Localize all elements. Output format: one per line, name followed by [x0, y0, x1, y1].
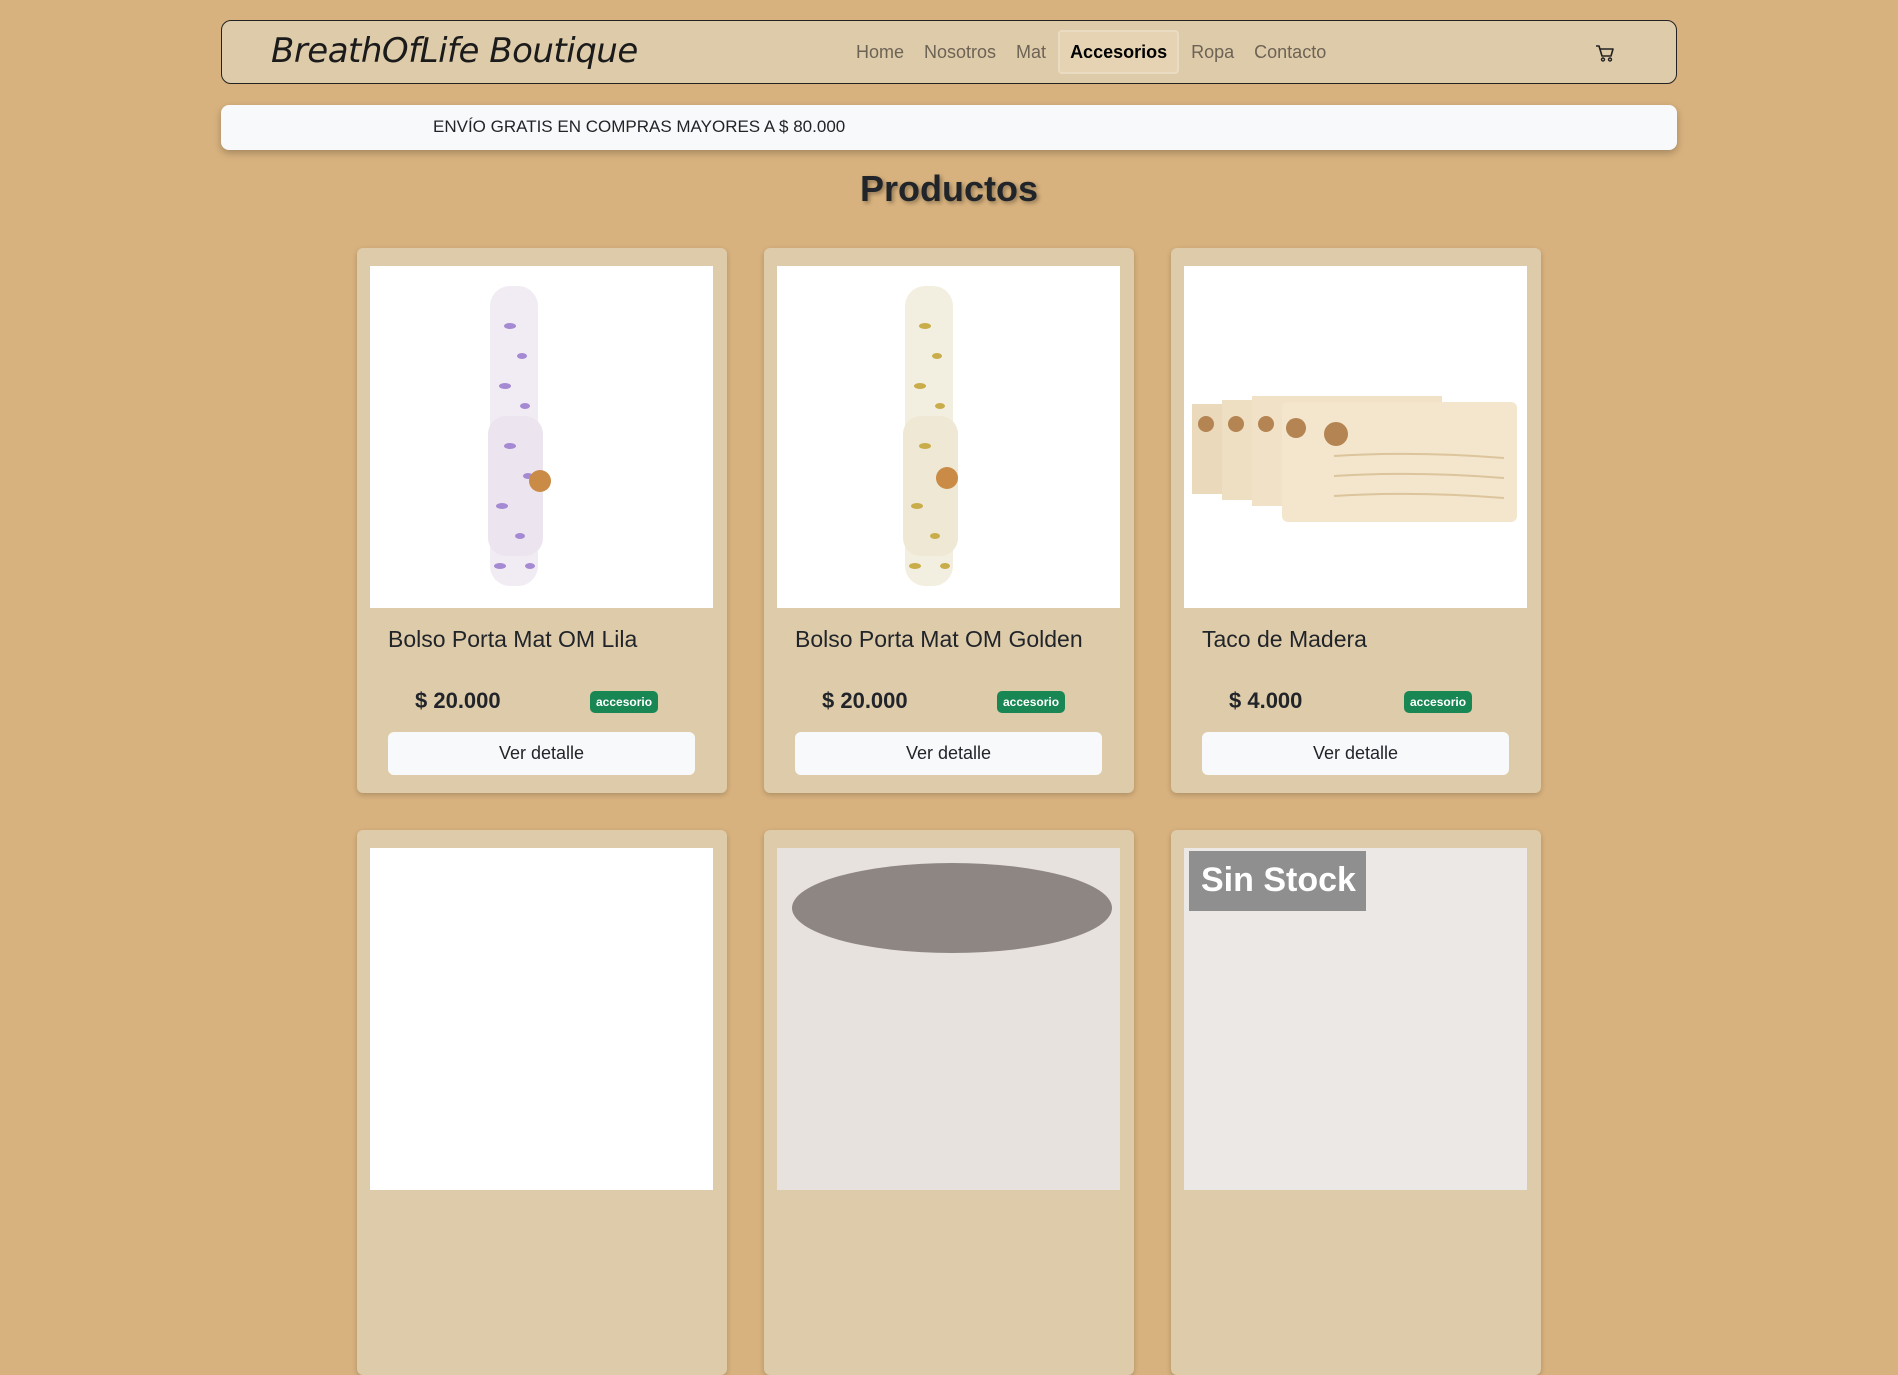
product-image[interactable] — [777, 848, 1120, 1190]
shipping-banner-text: ENVÍO GRATIS EN COMPRAS MAYORES A $ 80.0… — [433, 117, 846, 136]
product-card: Taco de Madera $ 4.000 accesorio Ver det… — [1171, 248, 1541, 793]
navbar: BreathOfLife Boutique Home Nosotros Mat … — [221, 20, 1677, 84]
cart-icon[interactable] — [1594, 42, 1616, 64]
product-card: Bolso Porta Mat OM Lila $ 20.000 accesor… — [357, 248, 727, 793]
category-badge: accesorio — [1404, 691, 1473, 713]
brand-logo[interactable]: BreathOfLife Boutique — [271, 31, 638, 71]
view-detail-button[interactable]: Ver detalle — [795, 732, 1102, 775]
product-card: Bolso Porta Mat OM Golden $ 20.000 acces… — [764, 248, 1134, 793]
nav-ropa[interactable]: Ropa — [1181, 30, 1244, 74]
nav-nosotros[interactable]: Nosotros — [914, 30, 1006, 74]
product-image[interactable] — [370, 848, 713, 1190]
nav-contacto[interactable]: Contacto — [1244, 30, 1336, 74]
product-photo — [777, 848, 1120, 1190]
product-price: $ 20.000 — [822, 688, 908, 713]
view-detail-button[interactable]: Ver detalle — [388, 732, 695, 775]
category-badge: accesorio — [997, 691, 1066, 713]
product-card — [764, 830, 1134, 1375]
product-image[interactable]: Sin Stock — [1184, 848, 1527, 1190]
product-image[interactable] — [777, 266, 1120, 608]
product-card — [357, 830, 727, 1375]
product-price: $ 20.000 — [415, 688, 501, 713]
product-name: Taco de Madera — [1202, 626, 1367, 652]
product-image[interactable] — [1184, 266, 1527, 608]
main-nav: Home Nosotros Mat Accesorios Ropa Contac… — [846, 29, 1336, 75]
nav-home[interactable]: Home — [846, 30, 914, 74]
yoga-bag-lila-image — [488, 286, 551, 586]
product-name: Bolso Porta Mat OM Lila — [388, 626, 638, 652]
yoga-bag-golden-image — [903, 286, 958, 586]
out-of-stock-label: Sin Stock — [1189, 851, 1366, 911]
category-badge: accesorio — [590, 691, 659, 713]
view-detail-button[interactable]: Ver detalle — [1202, 732, 1509, 775]
page-title: Productos — [859, 168, 1038, 209]
wood-block-image — [1192, 396, 1517, 522]
nav-accesorios[interactable]: Accesorios — [1058, 30, 1180, 74]
product-price: $ 4.000 — [1229, 688, 1303, 713]
product-name: Bolso Porta Mat OM Golden — [795, 626, 1083, 652]
nav-mat[interactable]: Mat — [1006, 30, 1056, 74]
shipping-banner: ENVÍO GRATIS EN COMPRAS MAYORES A $ 80.0… — [221, 105, 1677, 150]
product-card: Sin Stock — [1171, 830, 1541, 1375]
product-image[interactable] — [370, 266, 713, 608]
